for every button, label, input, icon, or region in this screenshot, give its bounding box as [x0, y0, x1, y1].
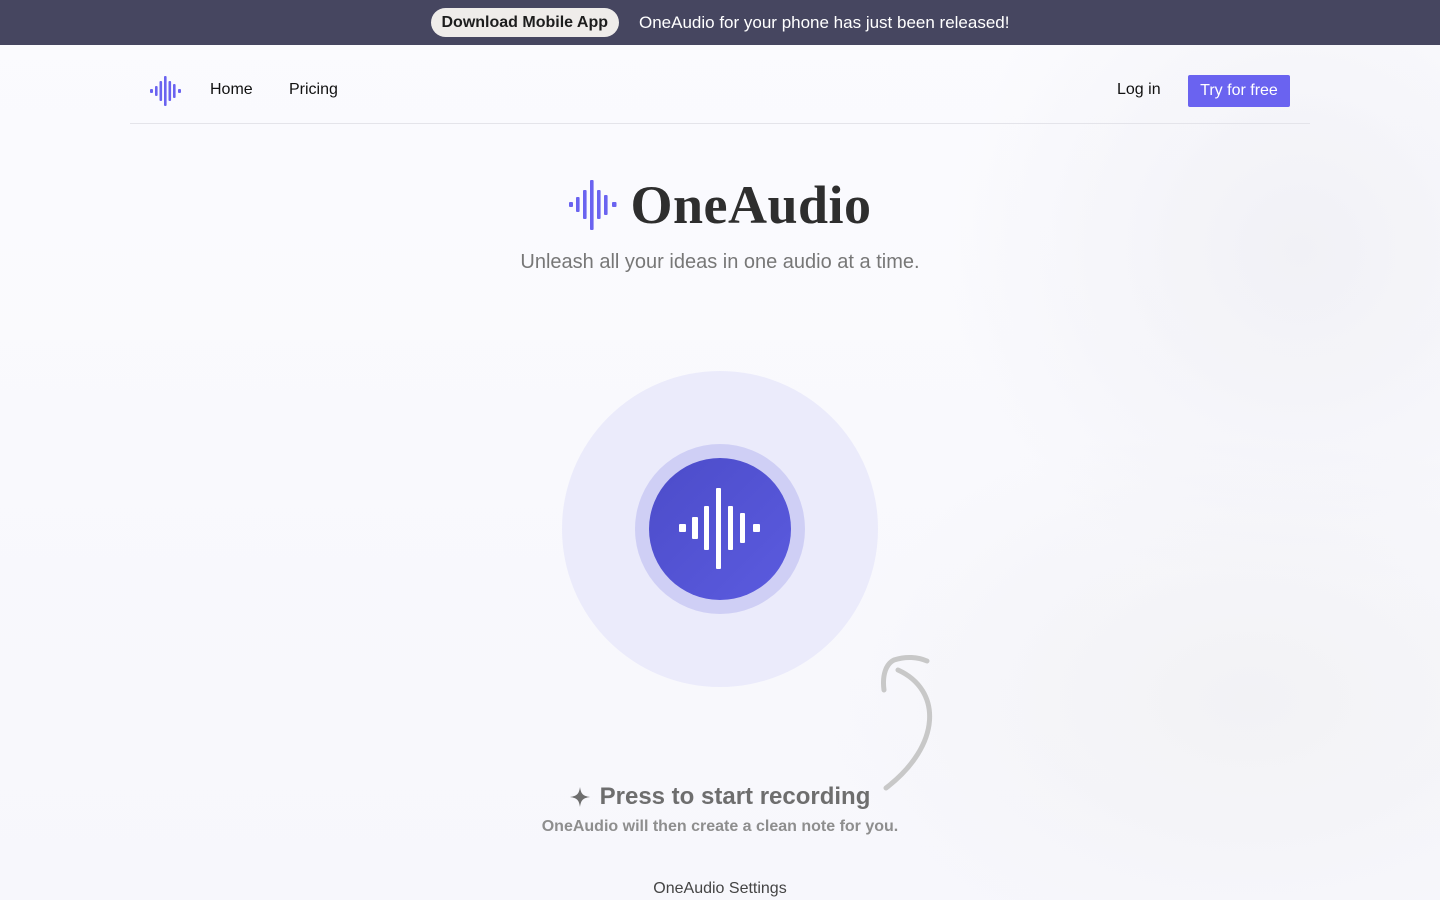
login-link[interactable]: Log in — [1117, 81, 1161, 99]
nav-link-home[interactable]: Home — [210, 81, 253, 99]
waveform-icon — [679, 488, 760, 569]
waveform-icon[interactable] — [148, 73, 184, 109]
nav-link-pricing[interactable]: Pricing — [289, 81, 338, 99]
top-navigation: Home Pricing Log in Try for free — [130, 45, 1310, 124]
settings-link[interactable]: OneAudio Settings — [0, 880, 1440, 898]
brand-title: OneAudio — [630, 175, 872, 235]
hero-brand: OneAudio — [0, 170, 1440, 240]
recording-prompt-title: Press to start recording — [599, 783, 871, 810]
recording-prompt: Press to start recording — [0, 783, 1440, 811]
curved-arrow-icon — [881, 655, 932, 791]
sparkle-icon — [569, 787, 590, 807]
record-button[interactable] — [649, 458, 791, 600]
waveform-icon — [569, 180, 617, 230]
hero-tagline: Unleash all your ideas in one audio at a… — [520, 251, 920, 273]
banner-message: OneAudio for your phone has just been re… — [639, 12, 1010, 32]
announcement-banner: Download Mobile App OneAudio for your ph… — [0, 0, 1440, 45]
recording-prompt-subtitle: OneAudio will then create a clean note f… — [541, 818, 899, 835]
try-for-free-button[interactable]: Try for free — [1188, 75, 1290, 107]
download-mobile-app-button[interactable]: Download Mobile App — [430, 8, 619, 37]
